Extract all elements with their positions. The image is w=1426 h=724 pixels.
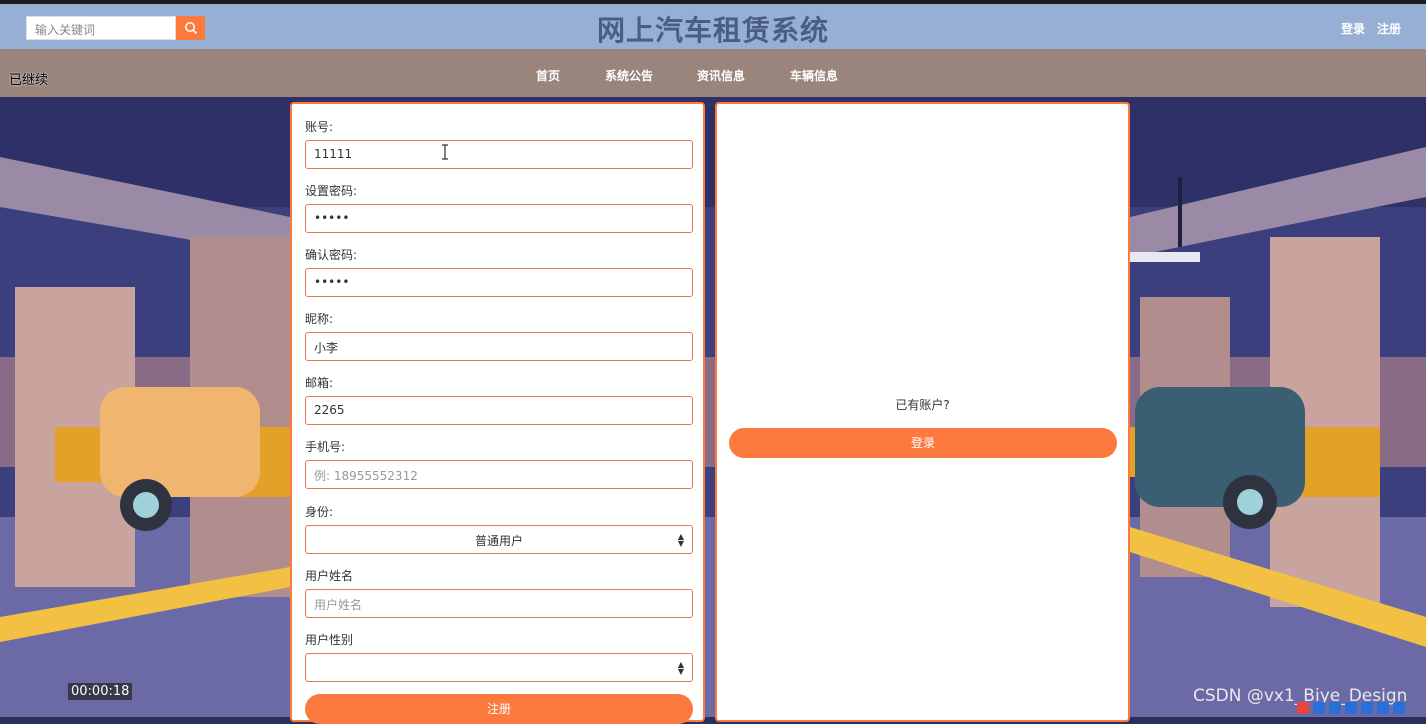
nav-home[interactable]: 首页 (536, 67, 560, 84)
role-select[interactable]: 普通用户 ▲ ▼ (305, 525, 693, 554)
email-input[interactable]: 2265 (305, 396, 693, 425)
login-prompt-panel: 已有账户? 登录 (715, 102, 1130, 722)
have-account-text: 已有账户? (895, 398, 950, 412)
system-tray (1297, 702, 1426, 717)
phone-input[interactable]: 例: 18955552312 (305, 460, 693, 489)
field-label-role: 身份: (305, 505, 334, 519)
parking-garage-background (0, 97, 1426, 717)
select-arrows-icon: ▲ ▼ (677, 660, 684, 676)
login-button[interactable]: 登录 (729, 428, 1117, 458)
role-select-value: 普通用户 (474, 534, 523, 548)
field-label-real-name: 用户姓名 (305, 569, 354, 583)
nav-vehicles[interactable]: 车辆信息 (790, 67, 838, 84)
toolbox-icon[interactable] (1393, 702, 1405, 714)
microphone-icon[interactable] (1345, 702, 1357, 714)
site-header: 输入关键词 网上汽车租赁系统 登录 注册 (0, 4, 1426, 49)
account-input[interactable]: 11111 (305, 140, 693, 169)
field-label-account: 账号: (305, 120, 334, 134)
continued-label: 已继续 (9, 73, 49, 88)
gender-select[interactable]: ▲ ▼ (305, 653, 693, 682)
video-timer: 00:00:18 (68, 683, 133, 700)
field-label-email: 邮箱: (305, 376, 334, 390)
real-name-input[interactable]: 用户姓名 (305, 589, 693, 618)
chinese-mode-icon[interactable] (1313, 702, 1325, 714)
field-label-phone: 手机号: (305, 440, 346, 454)
select-arrows-icon: ▲ ▼ (677, 532, 684, 548)
punctuation-icon[interactable] (1329, 702, 1341, 714)
register-form-panel: 账号: 11111 设置密码: ••••• 确认密码: ••••• 昵称: 小李… (290, 102, 705, 724)
header-login-link[interactable]: 登录 (1341, 20, 1365, 37)
nav-news[interactable]: 资讯信息 (697, 67, 745, 84)
register-button[interactable]: 注册 (305, 694, 693, 724)
text-cursor-icon (442, 144, 448, 160)
header-register-link[interactable]: 注册 (1377, 20, 1401, 37)
field-label-nickname: 昵称: (305, 312, 334, 326)
field-label-gender: 用户性别 (305, 633, 354, 647)
keyboard-icon[interactable] (1361, 702, 1373, 714)
page-title: 网上汽车租赁系统 (596, 14, 829, 47)
nav-announcements[interactable]: 系统公告 (605, 67, 653, 84)
field-label-confirm-password: 确认密码: (305, 248, 358, 262)
main-nav: 已继续 首页 系统公告 资讯信息 车辆信息 (0, 49, 1426, 97)
password-input[interactable]: ••••• (305, 204, 693, 233)
skin-icon[interactable] (1377, 702, 1389, 714)
input-method-icon[interactable] (1297, 702, 1309, 714)
confirm-password-input[interactable]: ••••• (305, 268, 693, 297)
nickname-input[interactable]: 小李 (305, 332, 693, 361)
field-label-password: 设置密码: (305, 184, 358, 198)
